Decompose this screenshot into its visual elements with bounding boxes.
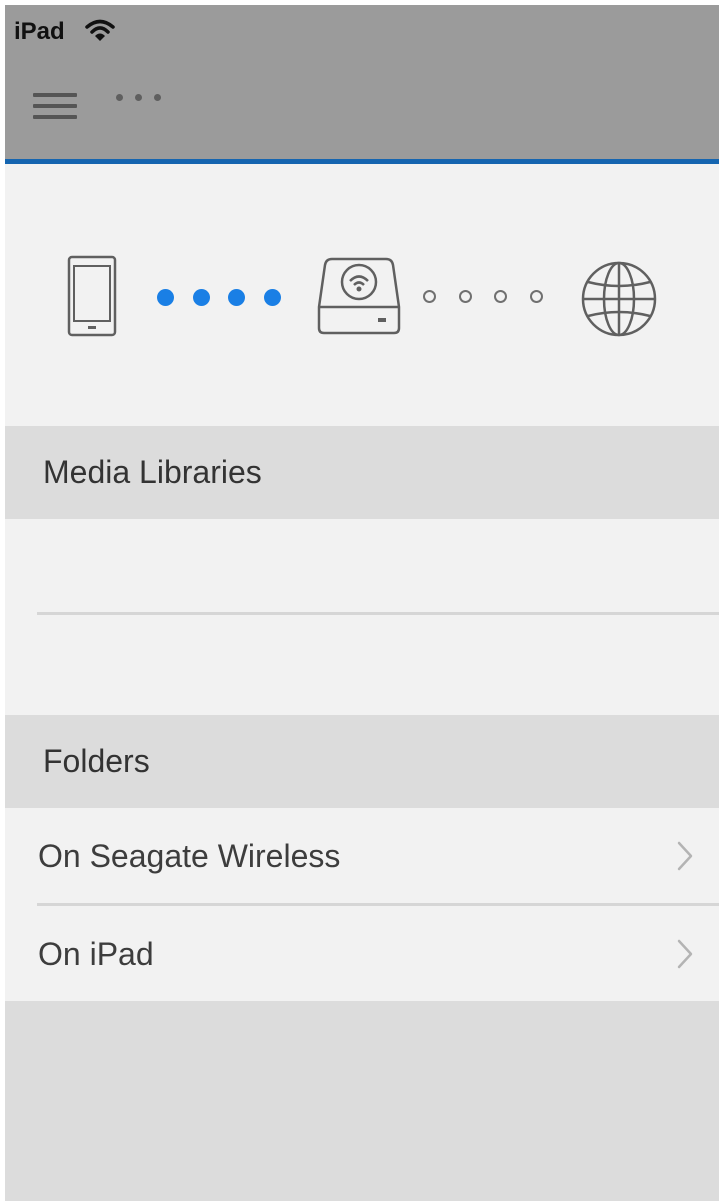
hamburger-menu-button[interactable] xyxy=(29,85,81,125)
folders-title: Folders xyxy=(43,743,150,779)
wireless-drive-icon xyxy=(316,256,402,341)
status-device-name: iPad xyxy=(14,18,65,45)
folder-item-ipad[interactable]: On iPad xyxy=(5,906,719,1001)
more-dots-icon xyxy=(116,94,123,101)
globe-icon xyxy=(579,259,659,344)
connection-status xyxy=(5,164,719,426)
folder-item-label: On iPad xyxy=(38,936,154,972)
connected-link-dots xyxy=(155,287,295,309)
disconnected-link-dots xyxy=(421,287,561,309)
navigation-bar xyxy=(5,55,719,214)
phone-icon xyxy=(67,255,117,342)
hamburger-icon xyxy=(33,93,77,97)
media-libraries-title: Media Libraries xyxy=(43,454,262,490)
media-libraries-header: Media Libraries xyxy=(5,426,719,519)
folder-item-label: On Seagate Wireless xyxy=(38,838,341,874)
chevron-right-icon xyxy=(675,840,695,877)
chevron-right-icon xyxy=(675,938,695,975)
media-library-item-empty[interactable] xyxy=(5,519,719,614)
menu-empty-area xyxy=(5,1001,719,1201)
app-frame: iPad Media Libraries Folders On Seagate … xyxy=(5,5,719,1201)
wifi-icon xyxy=(85,19,115,48)
folder-item-seagate-wireless[interactable]: On Seagate Wireless xyxy=(5,808,719,903)
media-library-item-empty[interactable] xyxy=(5,615,719,710)
status-bar: iPad xyxy=(5,5,719,55)
side-menu-panel: Media Libraries Folders On Seagate Wirel… xyxy=(5,164,719,1001)
folders-header: Folders xyxy=(5,715,719,808)
more-button[interactable] xyxy=(111,87,165,107)
